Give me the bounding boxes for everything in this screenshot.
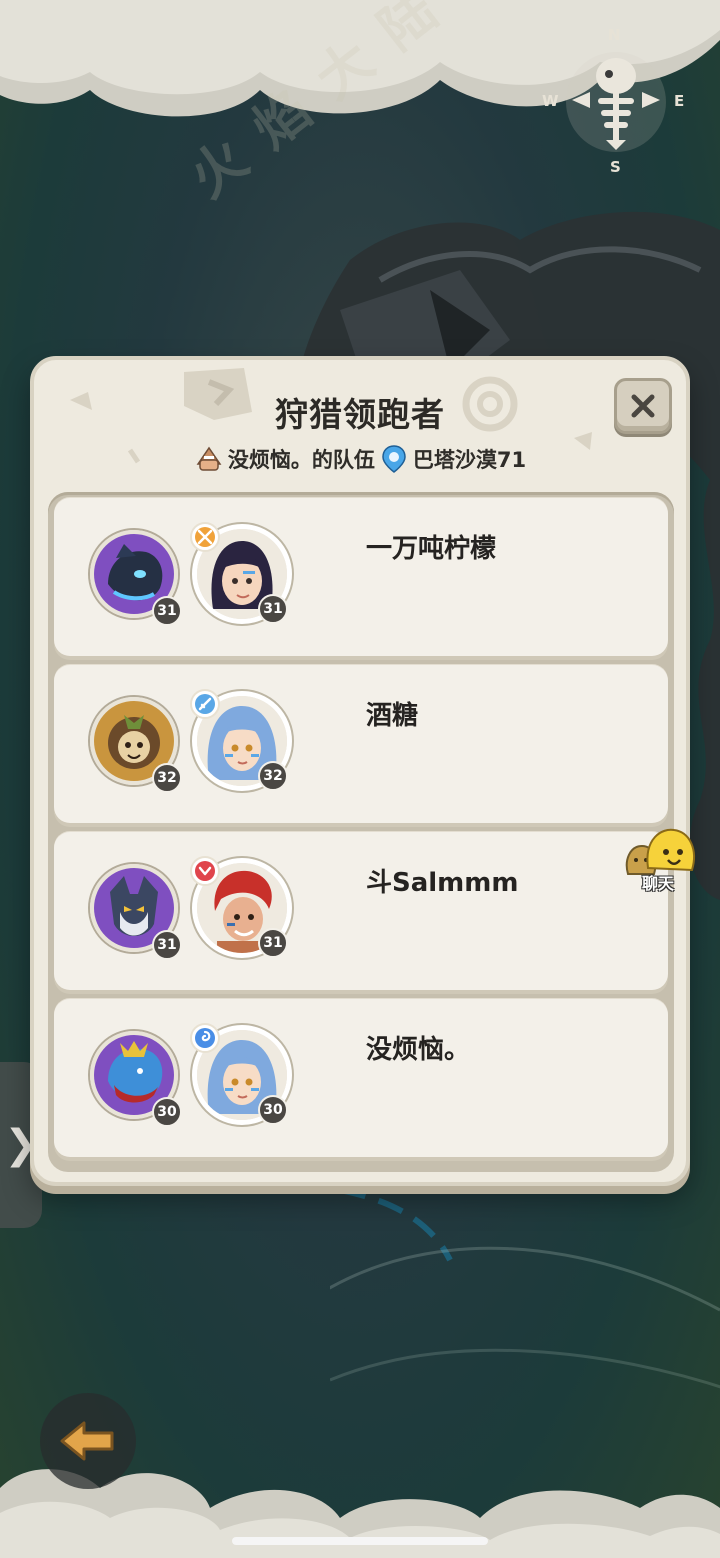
back-arrow-icon — [60, 1421, 114, 1461]
character-level-badge: 31 — [258, 594, 288, 624]
character-level-badge: 32 — [258, 761, 288, 791]
team-location: 巴塔沙漠71 — [412, 448, 527, 472]
close-icon — [631, 394, 655, 418]
role-badge — [190, 856, 220, 886]
compass-north-label: N — [608, 26, 621, 44]
chat-label: 聊天 — [641, 874, 674, 893]
member-name: 没烦恼。 — [366, 1035, 471, 1065]
role-badge — [190, 1023, 220, 1053]
compass[interactable]: N W E S — [542, 26, 690, 176]
pet-level-badge: 31 — [152, 596, 182, 626]
compass-west-label: W — [542, 92, 559, 110]
member-card[interactable]: 31 31 一万吨柠檬 — [54, 498, 668, 656]
member-name: 斗Salmmm — [366, 868, 519, 898]
member-card[interactable]: 32 32 酒糖 — [54, 665, 668, 823]
pet-level-badge: 30 — [152, 1097, 182, 1127]
member-card[interactable]: 31 31 斗Salmmm — [54, 832, 668, 990]
team-captain-icon — [196, 446, 222, 471]
location-pin-icon — [382, 445, 406, 473]
member-name: 酒糖 — [366, 701, 419, 731]
character-level-badge: 30 — [258, 1095, 288, 1125]
chat-bubble-icon — [625, 828, 695, 875]
character-level-badge: 31 — [258, 928, 288, 958]
member-name: 一万吨柠檬 — [366, 534, 497, 564]
back-button[interactable] — [40, 1393, 136, 1489]
swirl-icon — [195, 1028, 215, 1048]
compass-south-label: S — [610, 158, 621, 176]
cross-swords-icon — [195, 527, 215, 547]
pet-level-badge: 32 — [152, 763, 182, 793]
close-button[interactable] — [614, 378, 672, 434]
shield-heart-icon — [195, 861, 215, 881]
team-member-list: 31 31 一万吨柠檬 32 32 酒糖 31 31 斗Salmmm 30 30… — [48, 492, 674, 1172]
sword-icon — [195, 694, 215, 714]
role-badge — [190, 689, 220, 719]
role-badge — [190, 522, 220, 552]
compass-east-label: E — [674, 92, 685, 110]
team-dialog: 狩猎领跑者 没烦恼。的队伍 巴塔沙漠71 31 31 一万吨柠檬 32 32 酒… — [30, 356, 690, 1186]
team-info-row: 没烦恼。的队伍 巴塔沙漠71 — [34, 444, 686, 474]
home-indicator[interactable] — [232, 1537, 488, 1545]
member-card[interactable]: 30 30 没烦恼。 — [54, 999, 668, 1157]
fish-skeleton-compass-icon — [566, 52, 666, 152]
dialog-title: 狩猎领跑者 — [275, 395, 445, 434]
map-route-path — [330, 1187, 720, 1389]
pet-level-badge: 31 — [152, 930, 182, 960]
team-name: 没烦恼。的队伍 — [227, 448, 375, 472]
